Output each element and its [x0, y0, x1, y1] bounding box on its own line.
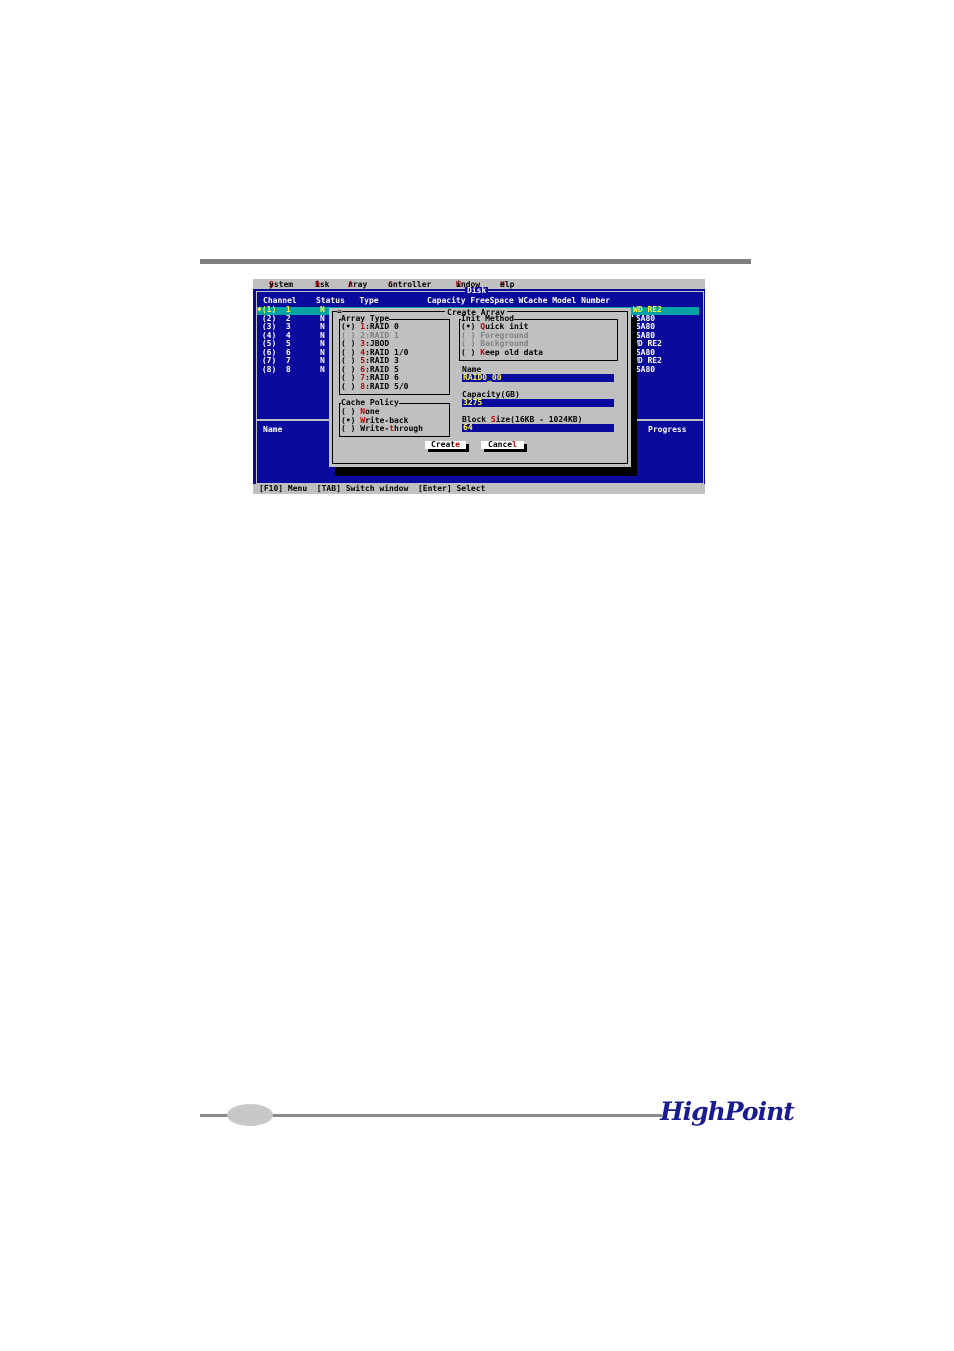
name-input[interactable]: RAID0_00 — [462, 373, 614, 382]
disk-row-status: N — [320, 364, 325, 374]
cache-option-write-through[interactable]: ( ) Write-through — [341, 424, 423, 434]
task-col-name: Name — [263, 425, 283, 434]
disk-panel-title: Disk — [465, 286, 489, 296]
highpoint-logo: HighPoint — [660, 1097, 795, 1126]
bios-screen: System Disk Array Controller Window Help… — [253, 279, 705, 494]
create-array-dialog[interactable]: = Create Array Array Type (•) 1:RAID 0 (… — [329, 307, 631, 467]
array-type-option[interactable]: ( ) 8:RAID 5/0 — [341, 382, 408, 392]
page-number-oval — [227, 1104, 273, 1126]
init-option-keep-old-data[interactable]: ( ) Keep old data — [461, 348, 543, 358]
disk-header-right: Capacity FreeSpace WCache Model Number — [427, 296, 611, 305]
disk-row-channel[interactable]: (8) 8 — [257, 365, 291, 375]
status-hints: [F10] Menu [TAB] Switch window [Enter] S… — [259, 484, 486, 493]
create-button[interactable]: Create — [425, 440, 466, 449]
block-size-input[interactable]: 64 — [462, 423, 614, 432]
status-bar: [F10] Menu [TAB] Switch window [Enter] S… — [253, 484, 705, 494]
cancel-button[interactable]: Cancel — [481, 440, 524, 449]
task-col-progress: Progress — [648, 425, 687, 434]
top-rule — [200, 259, 751, 264]
capacity-input[interactable]: 3275 — [462, 398, 614, 407]
